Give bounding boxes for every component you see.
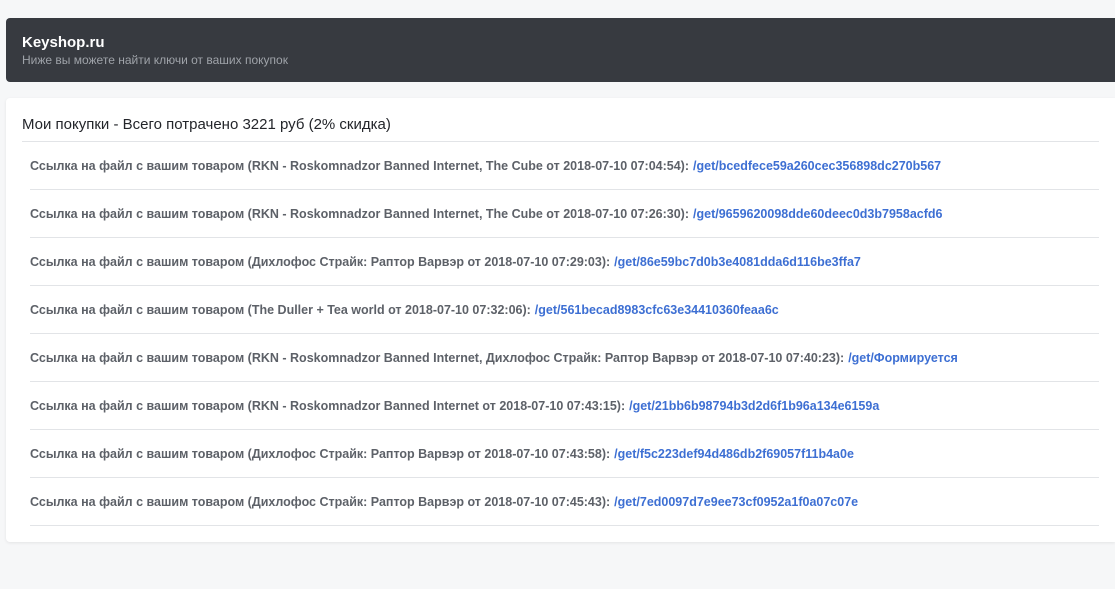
purchase-description: Ссылка на файл с вашим товаром (RKN - Ro… [30, 206, 690, 221]
list-item: Ссылка на файл с вашим товаром (Дихлофос… [30, 478, 1099, 526]
site-header: Keyshop.ru Ниже вы можете найти ключи от… [6, 18, 1115, 82]
purchase-description: Ссылка на файл с вашим товаром (The Dull… [30, 302, 531, 317]
list-item: Ссылка на файл с вашим товаром (RKN - Ro… [30, 190, 1099, 238]
download-link[interactable]: /get/561becad8983cfc63e34410360feaa6c [535, 303, 779, 317]
list-item: Ссылка на файл с вашим товаром (RKN - Ro… [30, 334, 1099, 382]
list-item: Ссылка на файл с вашим товаром (Дихлофос… [30, 430, 1099, 478]
download-link[interactable]: /get/21bb6b98794b3d2d6f1b96a134e6159a [629, 399, 879, 413]
site-title[interactable]: Keyshop.ru [22, 34, 1115, 51]
purchase-description: Ссылка на файл с вашим товаром (RKN - Ro… [30, 398, 626, 413]
download-link[interactable]: /get/bcedfece59a260cec356898dc270b567 [693, 159, 941, 173]
purchase-description: Ссылка на файл с вашим товаром (Дихлофос… [30, 446, 611, 461]
site-subtitle: Ниже вы можете найти ключи от ваших поку… [22, 53, 288, 67]
list-item: Ссылка на файл с вашим товаром (RKN - Ro… [30, 382, 1099, 430]
purchases-title: Мои покупки - Всего потрачено 3221 руб (… [22, 116, 391, 133]
download-link[interactable]: /get/Формируется [848, 351, 958, 365]
list-item: Ссылка на файл с вашим товаром (Дихлофос… [30, 238, 1099, 286]
download-link[interactable]: /get/9659620098dde60deec0d3b7958acfd6 [693, 207, 942, 221]
list-item: Ссылка на файл с вашим товаром (RKN - Ro… [30, 142, 1099, 190]
purchase-description: Ссылка на файл с вашим товаром (Дихлофос… [30, 494, 611, 509]
download-link[interactable]: /get/86e59bc7d0b3e4081dda6d116be3ffa7 [614, 255, 861, 269]
purchases-list: Ссылка на файл с вашим товаром (RKN - Ro… [30, 142, 1099, 526]
list-item: Ссылка на файл с вашим товаром (The Dull… [30, 286, 1099, 334]
download-link[interactable]: /get/f5c223def94d486db2f69057f11b4a0e [614, 447, 854, 461]
purchase-description: Ссылка на файл с вашим товаром (Дихлофос… [30, 254, 611, 269]
purchases-card: Мои покупки - Всего потрачено 3221 руб (… [6, 98, 1115, 542]
purchase-description: Ссылка на файл с вашим товаром (RKN - Ro… [30, 350, 845, 365]
purchase-description: Ссылка на файл с вашим товаром (RKN - Ro… [30, 158, 690, 173]
download-link[interactable]: /get/7ed0097d7e9ee73cf0952a1f0a07c07e [614, 495, 858, 509]
